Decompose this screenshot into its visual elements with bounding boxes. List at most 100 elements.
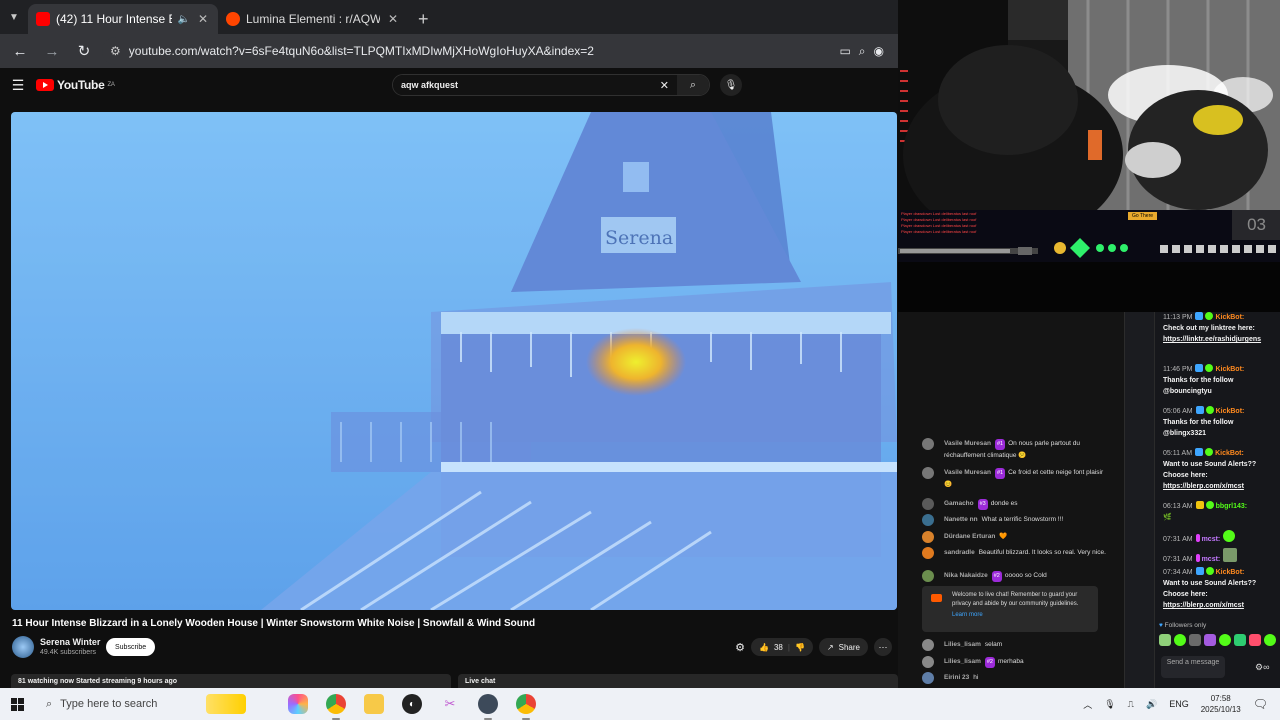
like-count[interactable]: 38 [774,643,783,652]
chat-author[interactable]: Nanette nn [944,516,978,523]
notifications-icon[interactable]: 🗨 [1253,697,1268,711]
chat-author[interactable]: sandradle [944,549,975,556]
speaker-muted-icon[interactable]: 🔈 [178,14,190,25]
tab-youtube[interactable]: (42) 11 Hour Intense Blizzar 🔈 ✕ [28,4,218,34]
message-link[interactable]: https://blerp.com/x/mcst [1163,483,1244,490]
emote-icon[interactable] [1219,634,1231,646]
subscribe-button[interactable]: Subscribe [106,638,156,656]
close-tab-icon[interactable]: ✕ [196,12,210,26]
message-user[interactable]: KickBot: [1216,408,1245,415]
emote-icon[interactable] [1189,634,1201,646]
voice-search-icon[interactable]: 🎙 [720,74,742,96]
chat-settings-icon[interactable]: ⚙∞ [1255,662,1269,673]
chrome-profile-icon[interactable] [516,694,536,720]
search-highlight-icon[interactable] [206,694,246,714]
message-text: Want to use Sound Alerts?? Choose here: [1163,580,1257,598]
menu-icon[interactable]: ☰ [0,77,36,94]
reload-button[interactable]: ↻ [70,37,98,65]
message-user[interactable]: KickBot: [1215,450,1244,457]
bot-badge-icon [1205,448,1214,456]
install-app-icon[interactable]: ▭ [839,44,850,58]
clock[interactable]: 07:58 2025/10/13 [1201,693,1241,715]
search-box[interactable]: aqw afkquest ✕ ⌕ [392,74,710,96]
message-time: 11:46 PM [1163,366,1193,373]
kick-message: 06:13 AM bbgrl143: 🌿 [1163,501,1275,523]
taskbar-search[interactable]: ⌕ Type here to search [34,688,204,720]
message-link[interactable]: https://blerp.com/x/mcst [1163,602,1244,609]
tab-search-button[interactable]: ▼ [0,0,28,34]
chat-author[interactable]: Lilies_lisam [944,658,981,665]
emote-icon[interactable] [1264,634,1276,646]
more-actions-icon[interactable]: ⋯ [874,638,892,656]
emote-icon[interactable] [1159,634,1171,646]
youtube-logo[interactable]: YouTube ZA [36,78,115,92]
message-user[interactable]: KickBot: [1215,314,1244,321]
chat-text: ooooo so Cold [1004,572,1047,579]
network-icon[interactable]: ⎍ [1128,699,1134,710]
search-button[interactable]: ⌕ [677,75,709,95]
like-icon[interactable]: 👍 [759,643,769,652]
close-tab-icon[interactable]: ✕ [386,12,400,26]
bot-badge-icon [1205,312,1214,320]
game-launcher-icon[interactable] [478,694,498,720]
channel-avatar[interactable] [12,636,34,658]
search-input[interactable]: aqw afkquest ✕ [393,75,677,95]
chat-author[interactable]: Gamacho [944,500,974,507]
language-indicator[interactable]: ENG [1169,699,1189,709]
chat-author[interactable]: Nika Nakaidze [944,572,988,579]
chat-message: Lilies_lisam selam [922,639,1112,651]
video-player[interactable]: Serena [11,112,897,610]
tab-reddit[interactable]: Lumina Elementi : r/AQW ✕ [218,4,408,34]
message-link[interactable]: https://linktr.ee/rashidjurgens [1163,336,1261,343]
paid-promotion-icon[interactable]: ⚙ [735,641,745,654]
chat-welcome-banner: Welcome to live chat! Remember to guard … [922,586,1098,632]
microphone-icon[interactable]: 🎙 [1104,699,1115,710]
snipping-tool-icon[interactable]: ✂ [440,694,460,714]
message-user[interactable]: mcst: [1202,556,1221,563]
chat-text: selam [984,641,1003,648]
forward-button[interactable]: → [38,37,66,65]
chat-author[interactable]: Eirini 23 [944,674,969,681]
steam-icon[interactable]: ◐ [402,694,422,714]
learn-more-link[interactable]: Learn more [952,611,1092,620]
copilot-icon[interactable] [288,694,308,714]
new-tab-button[interactable]: + [408,4,439,34]
message-user[interactable]: mcst: [1202,536,1221,543]
message-user[interactable]: KickBot: [1215,366,1244,373]
message-time: 06:13 AM [1163,503,1193,510]
tracking-eye-icon[interactable]: ◉ [874,44,884,58]
file-explorer-icon[interactable] [364,694,384,714]
emote-icon[interactable] [1234,634,1246,646]
omnibox[interactable]: ⚙ youtube.com/watch?v=6sFe4tquN6o&list=T… [102,37,892,65]
message-text: Thanks for the follow @bouncingtyu [1163,377,1234,395]
message-user[interactable]: bbgrl143: [1216,503,1248,510]
verified-icon [1195,364,1204,372]
emote-icon[interactable] [1249,634,1261,646]
channel-name[interactable]: Serena Winter [40,637,100,647]
avatar [922,531,934,543]
logo-text: YouTube [57,78,105,92]
zoom-icon[interactable]: ⌕ [859,44,866,59]
clear-search-icon[interactable]: ✕ [660,79,669,92]
share-button[interactable]: ↗ Share [818,638,868,656]
chat-author[interactable]: Vasile Muresan [944,469,991,476]
send-message-input[interactable]: Send a message [1161,656,1225,678]
emote-icon[interactable] [1174,634,1186,646]
emote-icon[interactable] [1204,634,1216,646]
chat-author[interactable]: Vasile Muresan [944,440,991,447]
tray-overflow-icon[interactable]: ︿ [1083,698,1092,711]
volume-icon[interactable]: 🔊 [1146,699,1157,710]
dislike-icon[interactable]: 👎 [795,643,805,652]
start-button[interactable] [0,697,34,711]
chrome-icon[interactable] [326,694,346,720]
chat-author[interactable]: Dürdane Erturan [944,533,995,540]
kick-message: 07:31 AM mcst: [1163,548,1275,565]
chat-text: merhaba [997,658,1024,665]
avatar [922,498,934,510]
site-settings-icon[interactable]: ⚙ [110,44,121,58]
url-text[interactable]: youtube.com/watch?v=6sFe4tquN6o&list=TLP… [129,44,832,58]
back-button[interactable]: ← [6,37,34,65]
message-user[interactable]: KickBot: [1216,569,1245,576]
chat-author[interactable]: Lilies_lisam [944,641,981,648]
kick-chat-panel: 11:13 PM KickBot: Check out my linktree h… [1124,312,1280,688]
